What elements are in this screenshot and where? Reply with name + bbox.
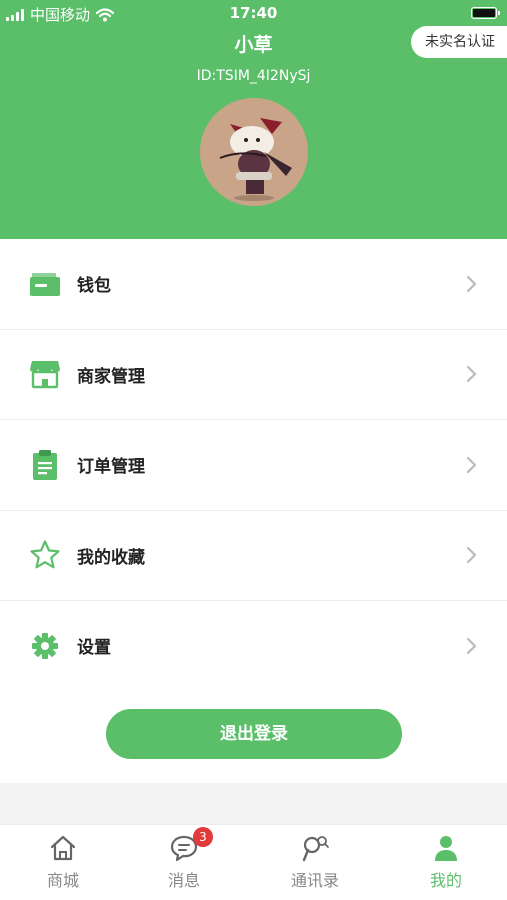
battery-icon: [471, 7, 500, 19]
menu-list: 钱包 商家管理 订单管理 我的收藏 设置: [0, 239, 507, 692]
menu-item-orders[interactable]: 订单管理: [0, 420, 507, 511]
gear-icon: [28, 629, 62, 663]
chevron-right-icon: [466, 637, 477, 654]
menu-item-settings[interactable]: 设置: [0, 601, 507, 692]
store-icon: [28, 357, 62, 391]
tab-messages[interactable]: 3 消息: [121, 825, 247, 900]
menu-item-merchant[interactable]: 商家管理: [0, 330, 507, 420]
clock: 17:40: [229, 4, 278, 22]
clipboard-icon: [28, 448, 62, 482]
logout-section: 退出登录: [0, 691, 507, 783]
menu-item-label: 我的收藏: [77, 547, 145, 568]
avatar[interactable]: [200, 98, 308, 206]
chevron-right-icon: [466, 275, 477, 292]
home-icon: [50, 835, 76, 861]
status-bar: 中国移动 17:40: [0, 0, 507, 26]
menu-item-label: 设置: [77, 638, 111, 659]
contacts-icon: [302, 836, 329, 862]
chevron-right-icon: [466, 547, 477, 564]
tab-label: 我的: [429, 871, 462, 890]
tab-mall[interactable]: 商城: [0, 825, 126, 900]
star-icon: [28, 538, 62, 572]
menu-item-label: 订单管理: [77, 457, 145, 478]
menu-item-label: 商家管理: [77, 366, 145, 387]
logout-button[interactable]: 退出登录: [106, 709, 402, 759]
user-id: ID:TSIM_4I2NySj: [196, 68, 311, 84]
tab-bar: 商城 3 消息 通讯录 我的: [0, 824, 507, 900]
tab-label: 通讯录: [290, 871, 339, 890]
profile-header: 中国移动 17:40 小草 未实名认证 ID:TSIM_4I2NySj: [0, 0, 507, 239]
tab-me[interactable]: 我的: [383, 825, 507, 900]
person-icon: [435, 836, 457, 861]
menu-item-favorites[interactable]: 我的收藏: [0, 511, 507, 601]
wallet-icon: [28, 267, 62, 301]
tab-contacts[interactable]: 通讯录: [252, 825, 378, 900]
tab-label: 消息: [167, 871, 200, 890]
tab-label: 商城: [46, 871, 79, 890]
unread-badge: 3: [193, 827, 213, 847]
menu-item-wallet[interactable]: 钱包: [0, 239, 507, 330]
verify-status-button[interactable]: 未实名认证: [411, 26, 507, 58]
menu-item-label: 钱包: [77, 276, 111, 297]
chevron-right-icon: [466, 456, 477, 473]
chevron-right-icon: [466, 366, 477, 383]
